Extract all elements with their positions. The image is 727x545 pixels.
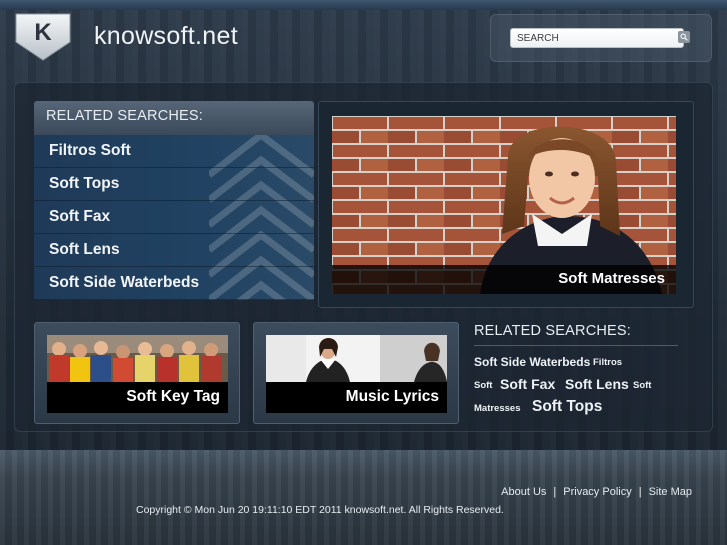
- related-link-5[interactable]: Soft Side Waterbeds: [34, 267, 314, 300]
- separator: |: [553, 486, 557, 498]
- site-map-link[interactable]: Site Map: [649, 486, 692, 498]
- search-button[interactable]: [678, 31, 690, 43]
- related-searches-left: RELATED SEARCHES: Filtros Soft Soft Tops…: [34, 101, 314, 300]
- logo-icon[interactable]: K: [14, 12, 72, 62]
- svg-text:K: K: [34, 19, 52, 46]
- related-searches-right-title: RELATED SEARCHES:: [474, 323, 632, 339]
- tag-link[interactable]: Soft Side Waterbeds: [474, 355, 590, 369]
- tag-link[interactable]: Soft Tops: [532, 398, 602, 416]
- thumb-caption-1[interactable]: Soft Key Tag: [47, 382, 228, 413]
- divider: [474, 345, 678, 346]
- tag-link[interactable]: Matresses: [474, 403, 520, 414]
- copyright-text: Copyright © Mon Jun 20 19:11:10 EDT 2011…: [136, 504, 504, 516]
- tag-link[interactable]: Filtros: [593, 357, 622, 368]
- related-searches-list: Filtros Soft Soft Tops Soft Fax Soft Len…: [34, 135, 314, 300]
- search-icon: [680, 33, 688, 41]
- tag-link[interactable]: Soft Fax: [500, 376, 555, 392]
- thumb-caption-2[interactable]: Music Lyrics: [266, 382, 447, 413]
- related-link-1[interactable]: Filtros Soft: [34, 135, 314, 168]
- tag-link[interactable]: Soft: [474, 380, 492, 391]
- site-name[interactable]: knowsoft.net: [94, 22, 238, 51]
- related-searches-title: RELATED SEARCHES:: [34, 101, 314, 135]
- tag-link[interactable]: Soft: [633, 380, 651, 391]
- thumb-image-2[interactable]: [266, 335, 447, 382]
- about-us-link[interactable]: About Us: [501, 486, 546, 498]
- footer-links: About Us | Privacy Policy | Site Map: [501, 486, 692, 498]
- related-link-4[interactable]: Soft Lens: [34, 234, 314, 267]
- related-link-2[interactable]: Soft Tops: [34, 168, 314, 201]
- search-input[interactable]: [510, 28, 684, 48]
- hero-caption[interactable]: Soft Matresses: [332, 265, 676, 294]
- thumb-image-1[interactable]: [47, 335, 228, 382]
- related-link-3[interactable]: Soft Fax: [34, 201, 314, 234]
- top-bar: [0, 0, 727, 10]
- tag-link[interactable]: Soft Lens: [565, 376, 629, 392]
- privacy-policy-link[interactable]: Privacy Policy: [563, 486, 631, 498]
- separator: |: [638, 486, 642, 498]
